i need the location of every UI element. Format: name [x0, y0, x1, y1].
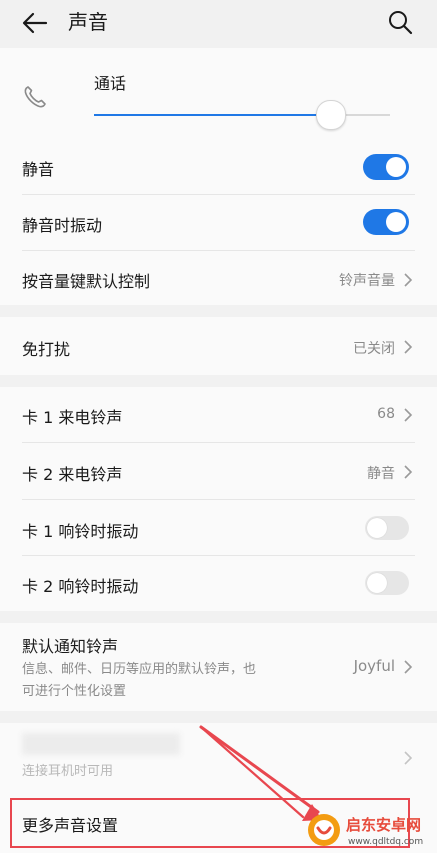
vibrate-on-mute-toggle[interactable] — [363, 209, 409, 235]
sim2-ringtone-label: 卡 2 来电铃声 — [22, 465, 123, 484]
svg-text:启东安卓网: 启东安卓网 — [346, 816, 421, 834]
volume-key-row[interactable]: 按音量键默认控制 铃声音量 — [0, 252, 437, 305]
sim1-vibrate-label: 卡 1 响铃时振动 — [22, 522, 139, 541]
mute-toggle[interactable] — [363, 154, 409, 180]
mute-label: 静音 — [22, 160, 55, 179]
chevron-right-icon — [404, 660, 413, 674]
search-icon[interactable] — [384, 6, 416, 38]
sim1-vibrate-toggle[interactable] — [365, 516, 409, 540]
chevron-right-icon — [404, 465, 413, 479]
dnd-value: 已关闭 — [353, 341, 395, 357]
slider-fill — [94, 114, 331, 116]
headset-sub-label: 连接耳机时可用 — [22, 764, 114, 779]
back-arrow-icon[interactable] — [18, 6, 52, 40]
sim2-ringtone-row[interactable]: 卡 2 来电铃声 静音 — [0, 444, 437, 499]
chevron-right-icon — [404, 408, 413, 422]
chevron-right-icon — [404, 751, 413, 765]
divider — [22, 442, 415, 443]
sim1-ringtone-label: 卡 1 来电铃声 — [22, 408, 123, 427]
notification-label: 默认通知铃声 — [22, 637, 119, 656]
divider — [22, 194, 415, 195]
notification-desc-line1: 信息、邮件、日历等应用的默认铃声，也 — [22, 662, 257, 677]
sim2-ringtone-value: 静音 — [367, 466, 395, 482]
chevron-right-icon — [404, 340, 413, 354]
volume-key-value: 铃声音量 — [339, 273, 395, 289]
divider — [22, 250, 415, 251]
phone-icon — [24, 86, 46, 108]
sim1-ringtone-value: 68 — [377, 406, 395, 422]
top-bar: 声音 — [0, 0, 437, 46]
svg-text:www.qdltdq.com: www.qdltdq.com — [348, 837, 423, 847]
sim2-vibrate-toggle[interactable] — [365, 571, 409, 595]
headset-row: 连接耳机时可用 — [0, 723, 437, 793]
call-volume-row: 通话 — [0, 48, 437, 140]
sim-card: 卡 1 来电铃声 68 卡 2 来电铃声 静音 卡 1 响铃时振动 卡 2 响铃… — [0, 387, 437, 611]
vibrate-on-mute-row[interactable]: 静音时振动 — [0, 196, 437, 250]
watermark-logo: 启东安卓网 www.qdltdq.com — [308, 814, 423, 847]
divider — [22, 555, 415, 556]
dnd-card: 免打扰 已关闭 — [0, 317, 437, 375]
notification-value: Joyful — [353, 657, 395, 675]
call-volume-slider[interactable] — [94, 100, 390, 130]
toggle-knob — [367, 573, 387, 593]
vibrate-on-mute-label: 静音时振动 — [22, 216, 103, 235]
divider — [22, 499, 415, 500]
sim2-vibrate-label: 卡 2 响铃时振动 — [22, 577, 139, 596]
toggle-knob — [386, 157, 406, 177]
dnd-row[interactable]: 免打扰 已关闭 — [0, 317, 437, 375]
slider-thumb[interactable] — [315, 100, 346, 130]
call-volume-label: 通话 — [94, 74, 127, 93]
notification-row[interactable]: 默认通知铃声 信息、邮件、日历等应用的默认铃声，也 可进行个性化设置 Joyfu… — [0, 623, 437, 711]
dnd-label: 免打扰 — [22, 340, 71, 359]
toggle-knob — [367, 518, 387, 538]
volume-card: 通话 静音 静音时振动 按音量键默认控制 铃声音量 — [0, 48, 437, 305]
notification-card: 默认通知铃声 信息、邮件、日历等应用的默认铃声，也 可进行个性化设置 Joyfu… — [0, 623, 437, 711]
chevron-right-icon — [404, 273, 413, 287]
sim1-vibrate-row[interactable]: 卡 1 响铃时振动 — [0, 501, 437, 555]
volume-key-label: 按音量键默认控制 — [22, 272, 151, 291]
blurred-label — [22, 733, 180, 755]
toggle-knob — [386, 212, 406, 232]
sim1-ringtone-row[interactable]: 卡 1 来电铃声 68 — [0, 387, 437, 442]
sim2-vibrate-row[interactable]: 卡 2 响铃时振动 — [0, 557, 437, 611]
notification-desc-line2: 可进行个性化设置 — [22, 684, 127, 699]
page-title: 声音 — [68, 10, 108, 34]
mute-row[interactable]: 静音 — [0, 142, 437, 194]
